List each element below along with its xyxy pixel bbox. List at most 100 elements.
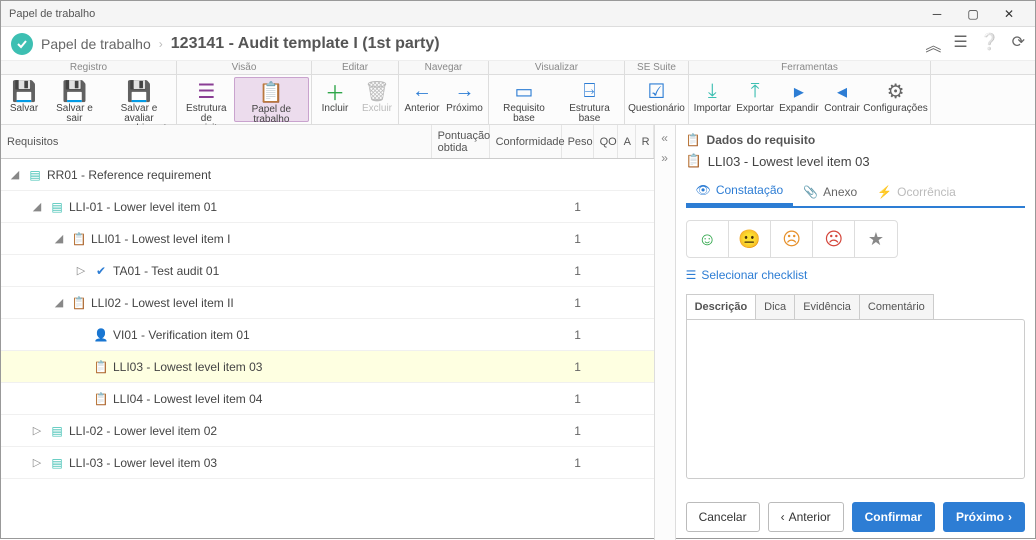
tree-toggle-icon[interactable]: ▷ [29, 423, 45, 439]
col-pontuacao[interactable]: Pontuação obtida [432, 125, 490, 158]
minimize-button[interactable]: ─ [919, 1, 955, 26]
ribbon-expandir[interactable]: ▸Expandir [777, 77, 821, 122]
subtab-descricao[interactable]: Descrição [686, 294, 757, 319]
expand-panel-icon[interactable]: » [661, 151, 668, 165]
subtab-comentario[interactable]: Comentário [859, 294, 934, 319]
grid-cell: 1 [562, 296, 594, 310]
col-a[interactable]: A [618, 125, 636, 158]
grid-cell: 1 [562, 200, 594, 214]
row-label: LLI01 - Lowest level item I [91, 232, 230, 246]
ribbon-configurações[interactable]: ⚙Configurações [863, 77, 928, 122]
requirement-details-panel: 📋 Dados do requisito 📋 LLI03 - Lowest le… [675, 125, 1035, 540]
maximize-button[interactable]: ▢ [955, 1, 991, 26]
next-button[interactable]: Próximo› [943, 502, 1025, 532]
ribbon-toolbar: 💾Salvar💾Salvar e sair💾Salvar e avaliar p… [1, 75, 1035, 125]
ribbon-icon: → [455, 80, 475, 102]
tree-toggle-icon[interactable]: ▷ [73, 263, 89, 279]
ribbon-group-headers: RegistroVisãoEditarNavegarVisualizarSE S… [1, 61, 1035, 75]
attachment-icon: 📎 [803, 185, 818, 199]
cancel-button[interactable]: Cancelar [686, 502, 760, 532]
ribbon-anterior[interactable]: ←Anterior [401, 77, 443, 122]
select-checklist-link[interactable]: ☰ Selecionar checklist [686, 268, 1025, 282]
ribbon-próximo[interactable]: →Próximo [443, 77, 486, 122]
face-star[interactable]: ★ [855, 221, 896, 257]
grid-row[interactable]: ▷▤LLI-02 - Lower level item 021 [1, 415, 654, 447]
tree-toggle-icon[interactable]: ▷ [29, 455, 45, 471]
previous-button[interactable]: ‹Anterior [768, 502, 844, 532]
help-icon[interactable]: ❔ [980, 32, 1000, 56]
close-button[interactable]: ✕ [991, 1, 1027, 26]
row-label: TA01 - Test audit 01 [113, 264, 219, 278]
ribbon-estrutura-base[interactable]: ⍈Estrutura base [557, 77, 622, 122]
collapse-panel-icon[interactable]: « [661, 131, 668, 145]
grid-row[interactable]: ▷✔TA01 - Test audit 011 [1, 255, 654, 287]
window-title: Papel de trabalho [9, 8, 919, 20]
panel-title: Dados do requisito [707, 133, 816, 147]
tree-toggle-icon[interactable]: ◢ [7, 167, 23, 183]
ribbon-icon: ⤓ [708, 80, 717, 102]
rating-faces: ☺ 😐 ☹ ☹ ★ [686, 220, 898, 258]
col-peso[interactable]: Peso [562, 125, 594, 158]
grid-row[interactable]: ◢▤LLI-01 - Lower level item 011 [1, 191, 654, 223]
tab-anexo[interactable]: 📎Anexo [793, 177, 867, 206]
clipboard-icon: 📋 [94, 360, 108, 374]
titlebar: Papel de trabalho ─ ▢ ✕ [1, 1, 1035, 27]
ribbon-importar[interactable]: ⤓Importar [691, 77, 734, 122]
ribbon-salvar[interactable]: 💾Salvar [3, 77, 45, 122]
subtab-dica[interactable]: Dica [755, 294, 795, 319]
tab-constatacao[interactable]: 👁Constatação [686, 177, 794, 206]
confirm-button[interactable]: Confirmar [852, 502, 935, 532]
grid-row[interactable]: ◢📋LLI01 - Lowest level item I1 [1, 223, 654, 255]
description-textarea[interactable] [686, 319, 1025, 479]
ribbon-icon: ☰ [197, 80, 215, 102]
grid-row[interactable]: 📋LLI03 - Lowest level item 031 [1, 351, 654, 383]
list-icon[interactable]: ☰ [953, 32, 967, 56]
subtab-evidencia[interactable]: Evidência [794, 294, 860, 319]
grid-row[interactable]: 📋LLI04 - Lowest level item 041 [1, 383, 654, 415]
face-neutral[interactable]: 😐 [729, 221, 771, 257]
list-check-icon: ☰ [686, 268, 697, 282]
ribbon-exportar[interactable]: ⤒Exportar [734, 77, 777, 122]
ribbon-requisito-base[interactable]: ▭Requisito base [491, 77, 557, 122]
row-label: LLI-01 - Lower level item 01 [69, 200, 217, 214]
ribbon-estrutura-de-requisitos[interactable]: ☰Estrutura de requisitos [179, 77, 234, 122]
app-icon [11, 33, 33, 55]
ribbon-icon: 📋 [259, 81, 284, 103]
ribbon-contrair[interactable]: ◂Contrair [821, 77, 863, 122]
face-happy[interactable]: ☺ [687, 221, 729, 257]
ribbon-icon: ▭ [515, 80, 534, 102]
grid-row[interactable]: ▷▤LLI-03 - Lower level item 031 [1, 447, 654, 479]
collapse-icon[interactable]: ︽ [925, 32, 941, 56]
grid-body[interactable]: ◢▤RR01 - Reference requirement◢▤LLI-01 -… [1, 159, 654, 540]
ribbon-incluir[interactable]: ＋Incluir [314, 77, 356, 122]
tree-toggle-icon[interactable]: ◢ [51, 231, 67, 247]
ribbon-icon: ← [412, 80, 432, 102]
clipboard-icon: 📋 [94, 392, 108, 406]
grid-row[interactable]: 👤VI01 - Verification item 011 [1, 319, 654, 351]
ribbon-salvar-e-avaliar-preenchimento[interactable]: 💾Salvar e avaliar preenchimento [104, 77, 174, 122]
folder-icon: ▤ [28, 168, 42, 182]
breadcrumb-parent[interactable]: Papel de trabalho [41, 36, 151, 52]
row-label: VI01 - Verification item 01 [113, 328, 250, 342]
col-r[interactable]: R [636, 125, 654, 158]
grid-row[interactable]: ◢▤RR01 - Reference requirement [1, 159, 654, 191]
row-label: LLI-03 - Lower level item 03 [69, 456, 217, 470]
ribbon-group-se-suite: SE Suite [625, 61, 689, 74]
ribbon-icon: ⤒ [751, 80, 760, 102]
grid-cell: 1 [562, 392, 594, 406]
ribbon-questionário[interactable]: ☑Questionário [627, 77, 686, 122]
grid-row[interactable]: ◢📋LLI02 - Lowest level item II1 [1, 287, 654, 319]
ribbon-icon: 🗑 [364, 80, 389, 102]
col-requisitos[interactable]: Requisitos [1, 125, 432, 158]
ribbon-salvar-e-sair[interactable]: 💾Salvar e sair [45, 77, 104, 122]
ribbon-icon: 💾 [126, 80, 151, 102]
refresh-icon[interactable]: ⟳ [1012, 32, 1025, 56]
tree-toggle-icon[interactable]: ◢ [51, 295, 67, 311]
tree-toggle-icon[interactable]: ◢ [29, 199, 45, 215]
face-worry[interactable]: ☹ [771, 221, 813, 257]
col-conformidade[interactable]: Conformidade [490, 125, 562, 158]
chevron-right-icon: › [1008, 510, 1012, 524]
face-sad[interactable]: ☹ [813, 221, 855, 257]
ribbon-papel-de-trabalho[interactable]: 📋Papel de trabalho [234, 77, 309, 122]
col-qo[interactable]: QO [594, 125, 618, 158]
